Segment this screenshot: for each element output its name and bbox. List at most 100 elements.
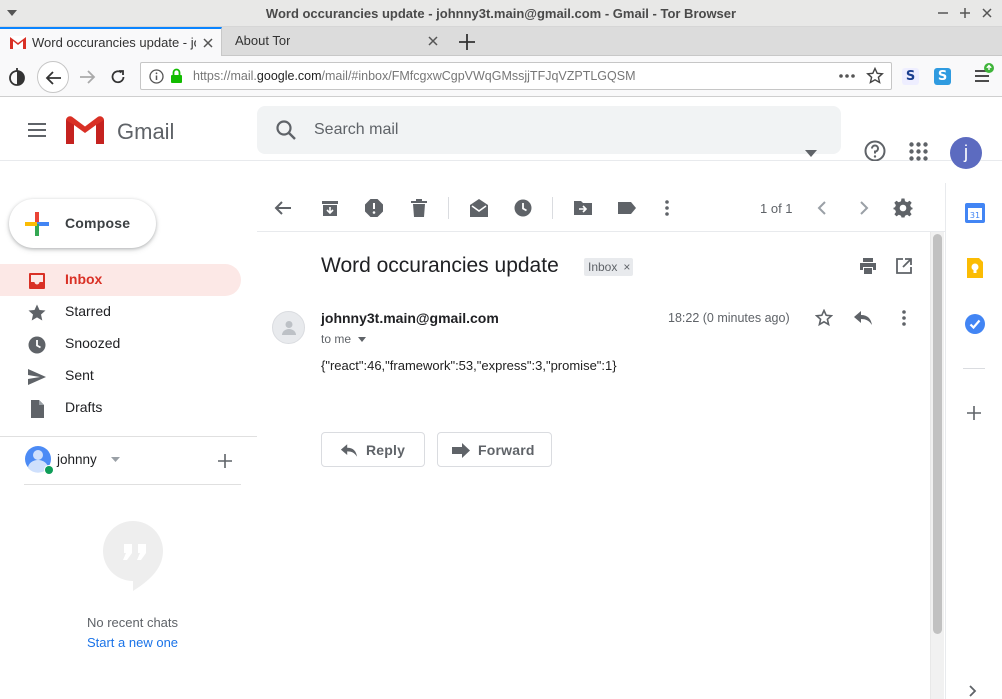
calendar-icon[interactable]: 31 — [965, 203, 985, 223]
tasks-icon[interactable] — [965, 314, 985, 334]
reply-button[interactable]: Reply — [321, 432, 425, 467]
info-icon[interactable] — [149, 69, 164, 84]
toolbar-divider — [448, 197, 449, 219]
reload-icon[interactable] — [109, 68, 127, 86]
side-panel: 31 — [945, 183, 1002, 699]
draft-icon — [31, 400, 44, 418]
close-tab-icon[interactable] — [201, 36, 215, 50]
forward-arrow-icon[interactable] — [78, 68, 96, 86]
recipient-summary[interactable]: to me — [321, 332, 367, 346]
svg-text:31: 31 — [970, 211, 980, 220]
add-chat-icon[interactable] — [218, 454, 232, 468]
back-to-inbox-icon[interactable] — [273, 198, 293, 218]
sidebar-item-starred[interactable]: Starred — [0, 296, 241, 328]
hangouts-panel: johnny No recent chats Start a new one — [0, 436, 257, 699]
compose-label: Compose — [65, 215, 131, 231]
chevron-right-icon[interactable] — [969, 685, 977, 697]
sidebar-item-drafts[interactable]: Drafts — [0, 392, 241, 424]
hangouts-user[interactable]: johnny — [57, 452, 97, 467]
remove-label-icon[interactable]: × — [623, 258, 630, 276]
user-avatar-icon[interactable] — [24, 445, 56, 477]
mark-unread-icon[interactable] — [469, 198, 489, 218]
forward-icon — [452, 443, 470, 458]
help-icon[interactable] — [864, 140, 886, 162]
apps-grid-icon[interactable] — [909, 142, 928, 161]
print-icon[interactable] — [859, 258, 877, 274]
inbox-icon — [29, 273, 45, 289]
minimize-icon[interactable] — [935, 5, 951, 21]
archive-icon[interactable] — [320, 198, 340, 218]
back-button[interactable] — [37, 61, 69, 93]
bookmark-star-icon[interactable] — [866, 67, 884, 85]
noscript-icon[interactable]: S — [902, 68, 919, 85]
tor-onion-icon[interactable] — [8, 68, 26, 86]
gmail-logo-icon[interactable] — [66, 116, 104, 144]
search-icon[interactable] — [275, 119, 297, 141]
close-window-icon[interactable] — [979, 5, 995, 21]
reply-icon[interactable] — [853, 309, 873, 327]
chevron-down-icon[interactable] — [111, 457, 120, 462]
tab-gmail[interactable]: Word occurancies update - joh — [0, 27, 222, 56]
gmail-icon — [10, 36, 26, 49]
url-prefix: https://mail. — [193, 69, 257, 83]
clock-icon — [28, 336, 46, 354]
message-toolbar: 1 of 1 — [257, 161, 945, 232]
delete-icon[interactable] — [409, 198, 429, 218]
tab-label: About Tor — [235, 33, 291, 48]
chevron-down-icon[interactable] — [358, 337, 367, 343]
sidebar-item-snoozed[interactable]: Snoozed — [0, 328, 241, 360]
forward-button[interactable]: Forward — [437, 432, 552, 467]
hangouts-divider — [24, 484, 241, 485]
search-bar[interactable]: Search mail — [257, 106, 841, 157]
more-options-icon[interactable] — [657, 198, 677, 218]
open-new-window-icon[interactable] — [896, 258, 912, 274]
inbox-label-chip[interactable]: Inbox × — [584, 258, 634, 276]
maximize-icon[interactable] — [957, 5, 973, 21]
sidebar-item-label: Starred — [65, 303, 111, 319]
send-icon — [28, 369, 46, 385]
search-options-icon[interactable] — [805, 150, 817, 157]
tab-label: Word occurancies update - joh — [32, 35, 196, 50]
account-avatar[interactable]: j — [950, 137, 982, 169]
compose-button[interactable]: Compose — [9, 199, 156, 248]
older-chevron-icon[interactable] — [853, 198, 873, 218]
page-actions-icon[interactable] — [838, 72, 856, 80]
https-everywhere-icon[interactable]: S — [934, 68, 951, 85]
star-message-icon[interactable] — [815, 309, 833, 327]
start-new-chat-link[interactable]: Start a new one — [0, 635, 257, 650]
main-menu-icon[interactable] — [27, 122, 47, 138]
sidebar-item-inbox[interactable]: Inbox — [0, 264, 241, 296]
toolbar-divider — [552, 197, 553, 219]
sender-avatar[interactable] — [272, 311, 305, 344]
scrollbar-thumb[interactable] — [933, 234, 942, 634]
report-spam-icon[interactable] — [364, 198, 384, 218]
lock-icon[interactable] — [170, 68, 183, 84]
label-icon[interactable] — [617, 198, 637, 218]
new-tab-icon[interactable] — [456, 31, 478, 53]
email-subject: Word occurancies update — [321, 254, 559, 277]
close-tab-icon[interactable] — [426, 34, 440, 48]
url-domain: google.com — [256, 69, 322, 83]
snooze-icon[interactable] — [513, 198, 533, 218]
sidebar-item-sent[interactable]: Sent — [0, 360, 241, 392]
tab-about-tor[interactable]: About Tor — [223, 27, 448, 56]
tab-strip: Word occurancies update - joh About Tor — [0, 27, 1002, 56]
person-icon — [282, 321, 296, 335]
gmail-header: Gmail Search mail — [0, 98, 1002, 162]
newer-chevron-icon[interactable] — [813, 198, 833, 218]
star-icon — [28, 304, 46, 321]
url-path: /mail/#inbox/FMfcgxwCgpVWqGMssjjTFJqVZPT… — [321, 69, 636, 83]
add-addon-icon[interactable] — [967, 406, 981, 420]
move-to-icon[interactable] — [573, 198, 593, 218]
sender-email[interactable]: johnny3t.main@gmail.com — [321, 310, 499, 326]
url-bar[interactable]: https://mail.google.com/mail/#inbox/FMfc… — [140, 62, 892, 90]
message-more-icon[interactable] — [896, 309, 912, 327]
gmail-wordmark[interactable]: Gmail — [117, 119, 174, 145]
settings-gear-icon[interactable] — [893, 198, 913, 218]
window-titlebar: Word occurancies update - johnny3t.main@… — [0, 0, 1002, 27]
search-input[interactable]: Search mail — [314, 121, 398, 139]
app-menu-icon[interactable] — [972, 62, 996, 86]
keep-icon[interactable] — [965, 258, 985, 278]
sidebar-item-label: Inbox — [65, 271, 103, 287]
window-title: Word occurancies update - johnny3t.main@… — [265, 6, 737, 21]
